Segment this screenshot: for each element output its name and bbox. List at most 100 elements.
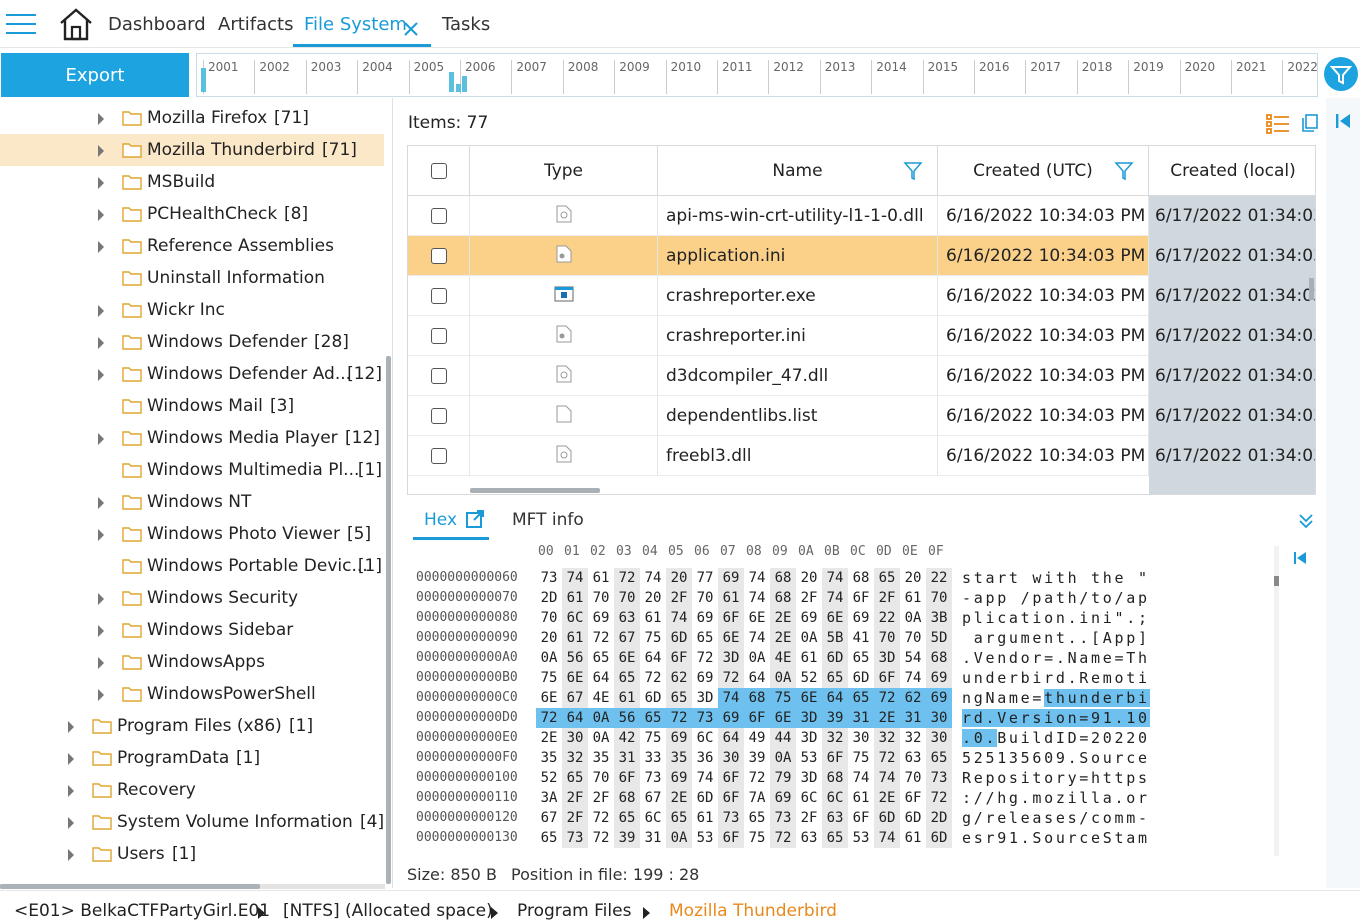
hex-byte[interactable]: 3A — [536, 788, 562, 808]
hex-ascii[interactable]: Repository=https — [962, 768, 1150, 788]
hex-byte[interactable]: 70 — [900, 628, 926, 648]
hex-byte[interactable]: 22 — [926, 568, 952, 588]
row-checkbox-cell[interactable] — [408, 356, 470, 396]
hex-byte[interactable]: 6E — [744, 608, 770, 628]
hex-byte[interactable]: 63 — [796, 828, 822, 848]
column-header-created-utc[interactable]: Created (UTC) — [938, 146, 1149, 196]
hex-byte[interactable]: 67 — [614, 628, 640, 648]
hex-byte[interactable]: 53 — [692, 828, 718, 848]
timeline-year[interactable]: 2008 — [562, 60, 598, 94]
hex-byte[interactable]: 35 — [536, 748, 562, 768]
hex-byte[interactable]: 74 — [822, 568, 848, 588]
hex-byte[interactable]: 72 — [770, 828, 796, 848]
expand-chevron-icon[interactable] — [96, 655, 106, 669]
hex-byte[interactable]: 73 — [770, 808, 796, 828]
timeline-year[interactable]: 2009 — [614, 60, 650, 94]
expand-chevron-icon[interactable] — [66, 751, 76, 765]
hex-byte[interactable]: 3B — [926, 608, 952, 628]
hex-byte[interactable]: 63 — [900, 748, 926, 768]
hex-byte[interactable]: 75 — [536, 668, 562, 688]
row-checkbox[interactable] — [430, 288, 447, 304]
hex-byte[interactable]: 2D — [926, 808, 952, 828]
hex-byte[interactable]: 42 — [614, 728, 640, 748]
hex-byte[interactable]: 70 — [926, 588, 952, 608]
hex-byte[interactable]: 74 — [562, 568, 588, 588]
hex-byte[interactable]: 30 — [718, 748, 744, 768]
tree-item[interactable]: ProgramData [1] — [0, 742, 384, 774]
grid-horizontal-scrollbar[interactable] — [470, 488, 600, 493]
hex-ascii[interactable]: .Vendor=.Name=Th — [962, 648, 1150, 668]
hex-byte[interactable]: 65 — [692, 628, 718, 648]
hex-byte[interactable]: 75 — [640, 628, 666, 648]
hex-byte[interactable]: 73 — [718, 808, 744, 828]
hex-byte[interactable]: 65 — [666, 688, 692, 708]
hex-byte[interactable]: 32 — [562, 748, 588, 768]
hex-row[interactable]: 0000000000090 20 61 72 67 75 6D 65 6E 74 2E 0A 5B 41 7… — [408, 628, 1280, 648]
hex-byte[interactable]: 70 — [874, 628, 900, 648]
hex-byte[interactable]: 64 — [588, 668, 614, 688]
tree-item[interactable]: System Volume Information [4] — [0, 806, 384, 838]
hex-byte[interactable]: 0A — [900, 608, 926, 628]
file-row[interactable]: crashreporter.exe 6/16/2022 10:34:03 PM 6/… — [408, 276, 1315, 316]
timeline-year[interactable]: 2019 — [1128, 60, 1164, 94]
hex-byte[interactable]: 6C — [796, 788, 822, 808]
column-header-created-local[interactable]: Created (local) — [1149, 146, 1315, 196]
hex-byte[interactable]: 72 — [692, 648, 718, 668]
hex-row[interactable]: 00000000000F0 35 32 35 31 33 35 36 30 39 0A 53 6F 75 7… — [408, 748, 1280, 768]
hex-byte[interactable]: 74 — [744, 628, 770, 648]
file-row[interactable]: dependentlibs.list 6/16/2022 10:34:03 PM 6… — [408, 396, 1315, 436]
hex-byte[interactable]: 6C — [692, 728, 718, 748]
hex-byte[interactable]: 64 — [640, 648, 666, 668]
hex-byte[interactable]: 0A — [588, 728, 614, 748]
hex-byte[interactable]: 3D — [718, 648, 744, 668]
hex-byte[interactable]: 70 — [588, 768, 614, 788]
tree-item[interactable]: PCHealthCheck [8] — [0, 198, 384, 230]
hex-byte[interactable]: 6D — [640, 688, 666, 708]
tree-item[interactable]: Users [1] — [0, 838, 384, 870]
hex-byte[interactable]: 5D — [926, 628, 952, 648]
hex-byte[interactable]: 79 — [770, 768, 796, 788]
hex-byte[interactable]: 74 — [640, 568, 666, 588]
hex-byte[interactable]: 4E — [770, 648, 796, 668]
hex-byte[interactable]: 72 — [718, 668, 744, 688]
hex-byte[interactable]: 72 — [588, 808, 614, 828]
hex-byte[interactable]: 30 — [562, 728, 588, 748]
expand-chevron-icon[interactable] — [66, 719, 76, 733]
list-view-icon[interactable] — [1266, 114, 1290, 134]
timeline-activity-bar[interactable] — [456, 84, 461, 92]
collapse-sidebar-icon[interactable] — [1336, 113, 1350, 129]
expand-chevron-icon[interactable] — [96, 527, 106, 541]
hex-byte[interactable]: 2F — [666, 588, 692, 608]
hex-byte[interactable]: 30 — [926, 708, 952, 728]
hex-byte[interactable]: 30 — [848, 728, 874, 748]
hex-byte[interactable]: 65 — [562, 768, 588, 788]
expand-chevron-icon[interactable] — [96, 335, 106, 349]
tab-file-system[interactable]: File System — [304, 14, 407, 42]
hex-byte[interactable]: 0A — [666, 828, 692, 848]
row-checkbox[interactable] — [430, 368, 447, 384]
hex-byte[interactable]: 6C — [640, 808, 666, 828]
hex-byte[interactable]: 69 — [666, 728, 692, 748]
hex-byte[interactable]: 75 — [770, 688, 796, 708]
hex-byte[interactable]: 5B — [822, 628, 848, 648]
tree-item[interactable]: Windows Defender [28] — [0, 326, 384, 358]
hex-byte[interactable]: 2F — [796, 588, 822, 608]
hex-row[interactable]: 00000000000B0 75 6E 64 65 72 62 69 72 64 0A 52 65 6D 6… — [408, 668, 1280, 688]
hex-byte[interactable]: 75 — [848, 748, 874, 768]
hex-byte[interactable]: 65 — [822, 828, 848, 848]
hex-byte[interactable]: 75 — [744, 828, 770, 848]
hex-byte[interactable]: 31 — [848, 708, 874, 728]
hex-byte[interactable]: 6D — [822, 648, 848, 668]
hex-byte[interactable]: 74 — [900, 668, 926, 688]
timeline-year[interactable]: 2013 — [819, 60, 855, 94]
hex-byte[interactable]: 68 — [614, 788, 640, 808]
hex-byte[interactable]: 0A — [536, 648, 562, 668]
hex-row[interactable]: 0000000000120 67 2F 72 65 6C 65 61 73 65 73 2F 63 6F 6… — [408, 808, 1280, 828]
hex-byte[interactable]: 6F — [718, 828, 744, 848]
hex-byte[interactable]: 6F — [900, 788, 926, 808]
hex-byte[interactable]: 2E — [770, 628, 796, 648]
row-checkbox[interactable] — [430, 208, 447, 224]
hex-byte[interactable]: 74 — [874, 768, 900, 788]
hex-ascii[interactable]: -app /path/to/ap — [962, 588, 1150, 608]
hex-byte[interactable]: 54 — [900, 648, 926, 668]
